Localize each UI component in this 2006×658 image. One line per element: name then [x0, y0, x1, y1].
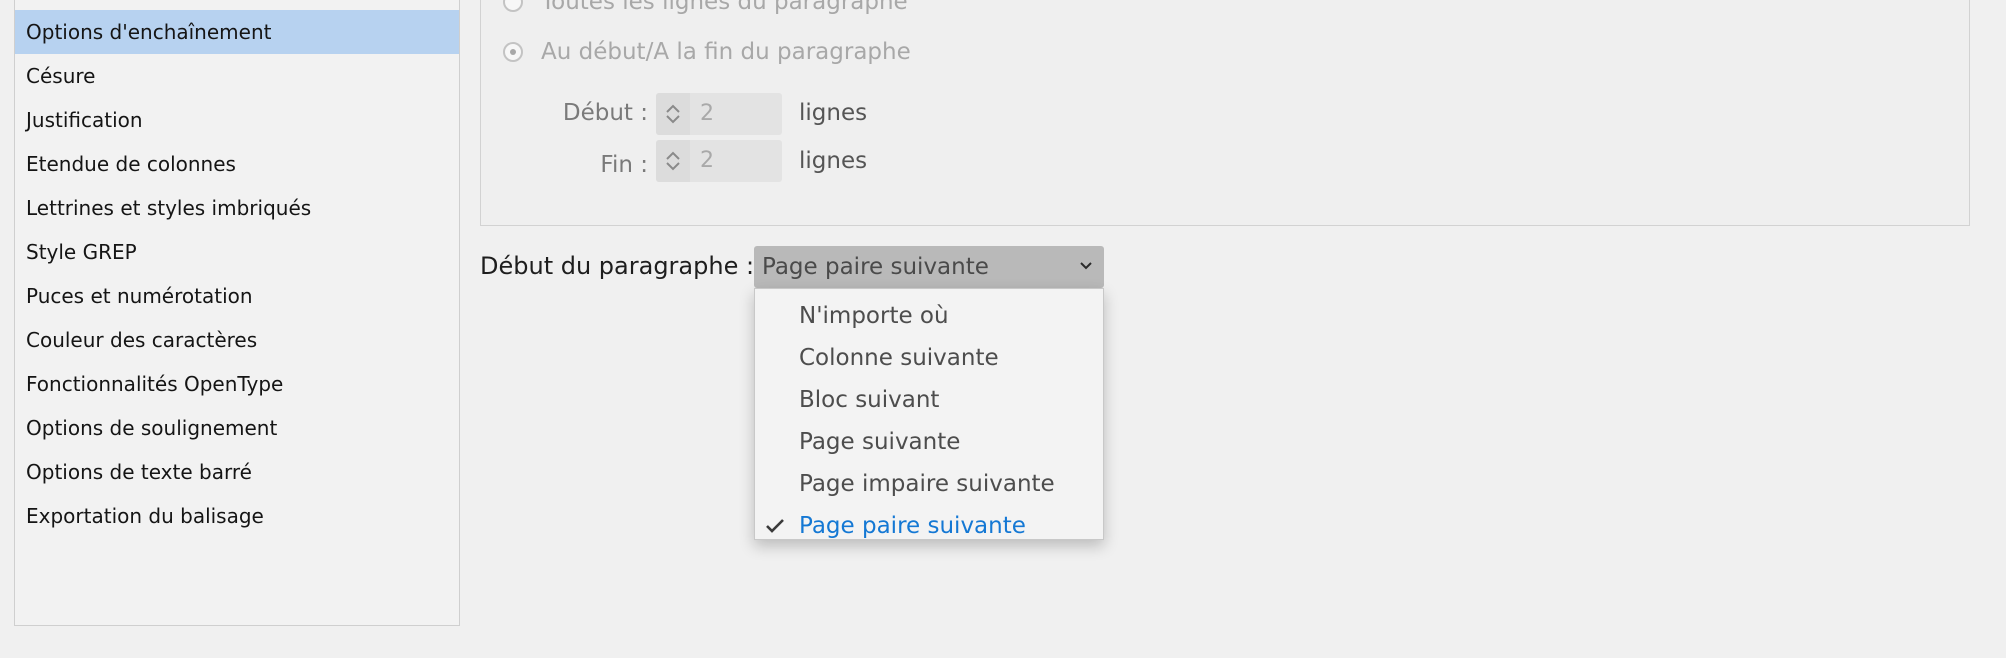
menu-item-next-even-page[interactable]: Page paire suivante — [755, 505, 1103, 547]
menu-item-next-column[interactable]: Colonne suivante — [755, 337, 1103, 379]
radio-all-lines-indicator[interactable] — [503, 0, 523, 12]
paragraph-start-menu: N'importe où Colonne suivante Bloc suiva… — [754, 288, 1104, 540]
sidebar-item-opentype[interactable]: Fonctionnalités OpenType — [15, 362, 459, 406]
menu-item-next-page[interactable]: Page suivante — [755, 421, 1103, 463]
radio-all-lines-label: Toutes les lignes du paragraphe — [541, 0, 908, 15]
chevron-down-icon — [1080, 262, 1092, 270]
chevron-up-icon[interactable] — [665, 150, 681, 161]
category-list: Options d'enchaînement Césure Justificat… — [15, 10, 459, 538]
sidebar-item-grep-style[interactable]: Style GREP — [15, 230, 459, 274]
menu-item-next-even-page-label: Page paire suivante — [799, 513, 1026, 539]
end-lines-label: Fin : — [600, 152, 648, 178]
check-icon — [766, 519, 784, 533]
sidebar-item-hyphenation[interactable]: Césure — [15, 54, 459, 98]
chevron-up-icon[interactable] — [665, 103, 681, 114]
sidebar-item-keep-options[interactable]: Options d'enchaînement — [15, 10, 459, 54]
sidebar-item-underline[interactable]: Options de soulignement — [15, 406, 459, 450]
sidebar-item-justification[interactable]: Justification — [15, 98, 459, 142]
paragraph-start-select[interactable]: Page paire suivante — [754, 246, 1104, 288]
radio-all-lines[interactable]: Toutes les lignes du paragraphe — [503, 0, 908, 18]
chevron-down-icon[interactable] — [665, 161, 681, 172]
start-lines-unit: lignes — [799, 100, 868, 126]
sidebar-item-strikethrough[interactable]: Options de texte barré — [15, 450, 459, 494]
sidebar-item-export-tagging[interactable]: Exportation du balisage — [15, 494, 459, 538]
chevron-down-icon[interactable] — [665, 114, 681, 125]
start-lines-arrows[interactable] — [656, 93, 690, 135]
end-lines-value[interactable]: 2 — [690, 140, 782, 182]
radio-start-end-indicator[interactable] — [503, 42, 523, 62]
start-lines-value[interactable]: 2 — [690, 93, 782, 135]
menu-item-anywhere[interactable]: N'importe où — [755, 295, 1103, 337]
start-lines-stepper[interactable]: 2 — [656, 93, 782, 135]
end-lines-arrows[interactable] — [656, 140, 690, 182]
sidebar-item-span-columns[interactable]: Etendue de colonnes — [15, 142, 459, 186]
category-sidebar: Options d'enchaînement Césure Justificat… — [14, 0, 460, 626]
menu-item-next-frame[interactable]: Bloc suivant — [755, 379, 1103, 421]
paragraph-start-label: Début du paragraphe : — [480, 252, 755, 280]
sidebar-item-drop-caps[interactable]: Lettrines et styles imbriqués — [15, 186, 459, 230]
radio-start-end[interactable]: Au début/A la fin du paragraphe — [503, 36, 911, 68]
sidebar-item-character-color[interactable]: Couleur des caractères — [15, 318, 459, 362]
menu-item-next-odd-page[interactable]: Page impaire suivante — [755, 463, 1103, 505]
start-lines-label: Début : — [562, 100, 648, 126]
sidebar-item-bullets[interactable]: Puces et numérotation — [15, 274, 459, 318]
end-lines-stepper[interactable]: 2 — [656, 140, 782, 182]
paragraph-start-selected-value: Page paire suivante — [762, 254, 989, 280]
radio-start-end-label: Au début/A la fin du paragraphe — [541, 39, 911, 65]
end-lines-unit: lignes — [799, 148, 868, 174]
